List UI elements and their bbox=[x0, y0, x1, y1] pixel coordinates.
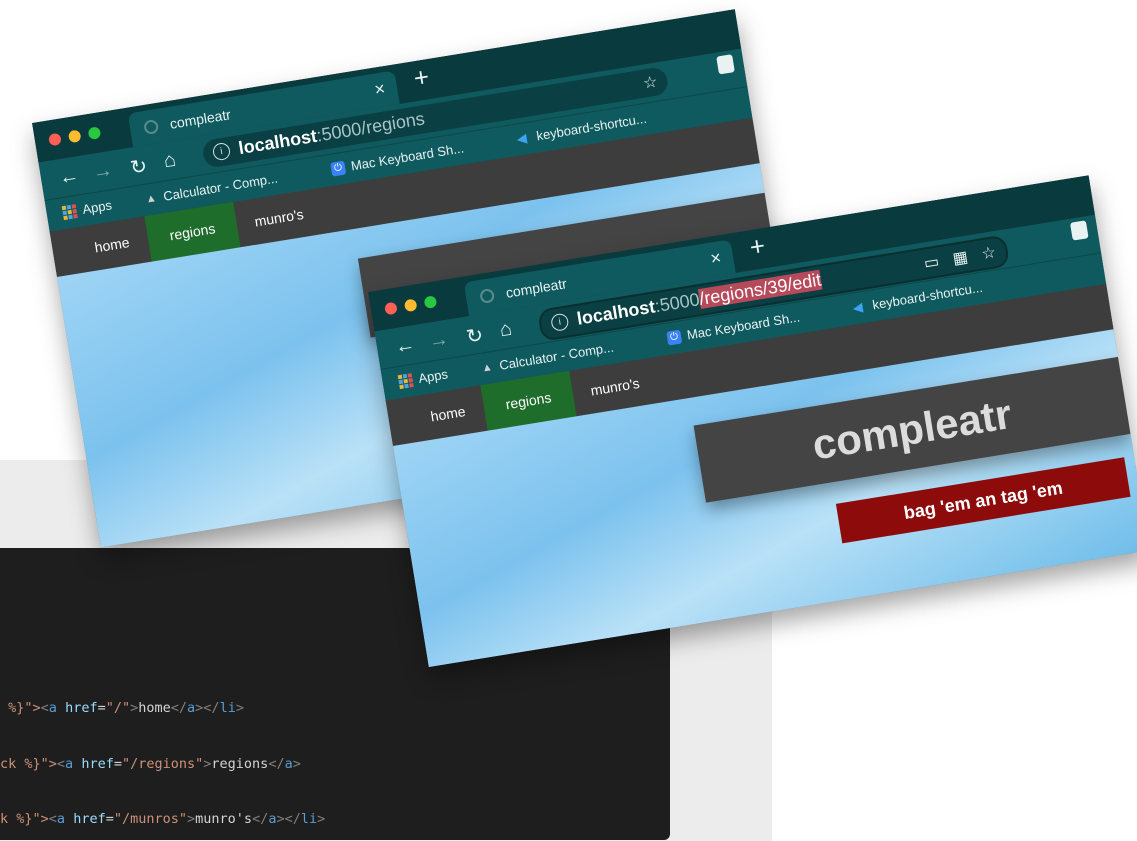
address-bar-icons: ▭ ▦ ☆ bbox=[922, 242, 997, 273]
tab-title: compleatr bbox=[168, 106, 232, 132]
bookmark-label: Apps bbox=[417, 366, 449, 386]
star-icon[interactable]: ☆ bbox=[980, 242, 997, 264]
apps-grid-icon bbox=[61, 203, 78, 220]
home-icon[interactable]: ⌂ bbox=[498, 318, 514, 343]
code-href: "/munros" bbox=[113, 811, 188, 827]
info-icon[interactable]: i bbox=[550, 312, 570, 332]
tab-title: compleatr bbox=[504, 275, 568, 301]
code-text: regions bbox=[211, 755, 269, 772]
forward-arrow-icon[interactable]: → bbox=[91, 159, 114, 185]
extension-icon[interactable] bbox=[1069, 220, 1089, 241]
maximize-window-button[interactable] bbox=[87, 126, 102, 141]
info-icon[interactable]: i bbox=[211, 141, 232, 162]
close-window-button[interactable] bbox=[384, 301, 398, 316]
minimize-window-button[interactable] bbox=[403, 298, 418, 313]
back-arrow-icon[interactable]: ← bbox=[393, 333, 416, 359]
vscode-icon: ◀ bbox=[515, 129, 528, 147]
apps-grid-icon bbox=[397, 372, 414, 389]
globe-icon bbox=[479, 287, 496, 305]
power-icon: ⏻ bbox=[666, 329, 683, 346]
code-block: %}"><a href="/">home</a></li> ck %}"><a … bbox=[0, 662, 325, 840]
reload-icon[interactable]: ↻ bbox=[465, 322, 486, 349]
code-line-munros: k %}"><a href="/munros">munro's</a></li> bbox=[0, 811, 326, 827]
bookmark-apps[interactable]: Apps bbox=[61, 197, 113, 220]
close-window-button[interactable] bbox=[48, 132, 62, 147]
code-text: home bbox=[138, 700, 171, 716]
home-icon[interactable]: ⌂ bbox=[162, 149, 178, 174]
calculator-icon: ▲ bbox=[480, 360, 494, 375]
power-icon: ⏻ bbox=[330, 160, 347, 177]
url-port: :5000 bbox=[653, 289, 702, 317]
star-icon[interactable]: ☆ bbox=[642, 72, 659, 94]
window-controls bbox=[48, 126, 102, 147]
tab-close-icon[interactable]: × bbox=[709, 247, 723, 269]
window-controls bbox=[384, 295, 438, 316]
qr-code-icon[interactable]: ▦ bbox=[951, 247, 970, 269]
url-port: :5000 bbox=[315, 118, 363, 146]
new-tab-button[interactable]: + bbox=[411, 61, 431, 94]
maximize-window-button[interactable] bbox=[423, 295, 438, 310]
code-href: "/regions" bbox=[121, 755, 204, 772]
calculator-icon: ▲ bbox=[144, 191, 158, 206]
forward-arrow-icon[interactable]: → bbox=[427, 328, 450, 354]
reload-icon[interactable]: ↻ bbox=[129, 153, 150, 180]
url-host: localhost bbox=[575, 296, 657, 329]
bookmark-apps[interactable]: Apps bbox=[397, 366, 449, 389]
url-host: localhost bbox=[237, 125, 319, 159]
address-bar-icons: ☆ bbox=[642, 72, 659, 94]
vscode-icon: ◀ bbox=[851, 298, 864, 316]
code-line-home: %}"><a href="/">home</a></li> bbox=[0, 700, 244, 716]
code-prefix: k %}"> bbox=[0, 811, 49, 827]
new-tab-button[interactable]: + bbox=[747, 230, 767, 263]
code-line-regions: ck %}"><a href="/regions">regions</a> bbox=[0, 755, 301, 772]
tab-close-icon[interactable]: × bbox=[373, 78, 387, 100]
code-prefix: ck %}"> bbox=[0, 755, 57, 772]
code-prefix: %}"> bbox=[0, 700, 41, 716]
extension-icon[interactable] bbox=[716, 54, 735, 75]
globe-icon bbox=[143, 118, 160, 136]
back-arrow-icon[interactable]: ← bbox=[57, 164, 80, 190]
code-href: "/" bbox=[105, 700, 131, 716]
url-path: /regions bbox=[359, 108, 426, 139]
bookmark-label: Apps bbox=[81, 197, 113, 217]
code-text: munro's bbox=[195, 811, 253, 827]
minimize-window-button[interactable] bbox=[67, 129, 82, 144]
cast-icon[interactable]: ▭ bbox=[922, 251, 941, 273]
